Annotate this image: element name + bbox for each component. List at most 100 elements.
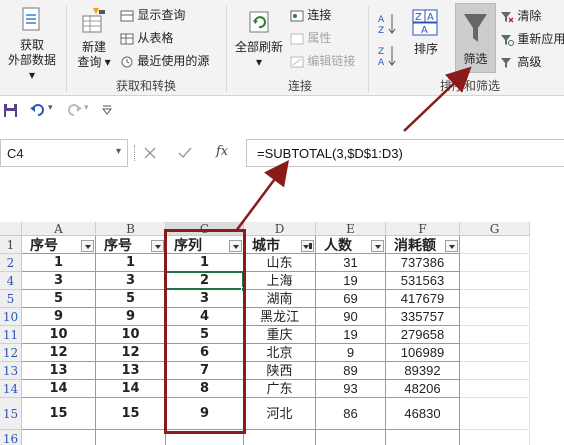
empty-cell[interactable]	[460, 308, 530, 326]
table-cell[interactable]: 5	[96, 290, 166, 308]
table-cell[interactable]	[386, 430, 460, 445]
filter-button[interactable]: 筛选	[455, 3, 496, 73]
table-cell[interactable]: 48206	[386, 380, 460, 398]
table-cell[interactable]: 13	[96, 362, 166, 380]
column-header-d[interactable]: D	[244, 222, 316, 236]
table-cell[interactable]: 北京	[244, 344, 316, 362]
table-cell[interactable]: 上海	[244, 272, 316, 290]
table-header-cell[interactable]: 消耗额	[386, 236, 460, 254]
insert-function-button[interactable]: fx	[216, 144, 228, 159]
empty-cell[interactable]	[460, 344, 530, 362]
table-header-cell[interactable]: 城市	[244, 236, 316, 254]
column-header-a[interactable]: A	[22, 222, 96, 236]
table-cell[interactable]: 河北	[244, 398, 316, 430]
advanced-filter-button[interactable]: 高级	[500, 54, 541, 70]
table-cell[interactable]: 15	[96, 398, 166, 430]
empty-cell[interactable]	[460, 326, 530, 344]
table-cell[interactable]: 69	[316, 290, 386, 308]
cancel-icon[interactable]	[144, 147, 156, 159]
filter-dropdown-icon[interactable]	[229, 240, 242, 252]
sort-button[interactable]: Z A A 排序	[406, 8, 446, 57]
empty-cell[interactable]	[460, 236, 530, 254]
filter-dropdown-icon[interactable]	[371, 240, 384, 252]
table-cell[interactable]: 重庆	[244, 326, 316, 344]
undo-icon[interactable]	[30, 103, 46, 117]
formula-input[interactable]: =SUBTOTAL(3,$D$1:D3)	[246, 139, 564, 167]
row-header[interactable]: 10	[0, 308, 22, 326]
select-all-corner[interactable]	[0, 222, 22, 236]
table-cell[interactable]	[316, 430, 386, 445]
table-cell[interactable]: 531563	[386, 272, 460, 290]
column-header-b[interactable]: B	[96, 222, 166, 236]
row-header[interactable]: 16	[0, 430, 22, 445]
table-cell[interactable]: 106989	[386, 344, 460, 362]
from-table-button[interactable]: 从表格	[120, 30, 173, 46]
column-header-c[interactable]: C	[166, 222, 244, 236]
filter-dropdown-icon[interactable]	[445, 240, 458, 252]
table-cell[interactable]: 4	[166, 308, 244, 326]
column-header-f[interactable]: F	[386, 222, 460, 236]
table-cell[interactable]: 1	[22, 254, 96, 272]
row-header[interactable]: 5	[0, 290, 22, 308]
table-cell[interactable]: 12	[96, 344, 166, 362]
table-cell[interactable]: 31	[316, 254, 386, 272]
redo-dropdown-arrow[interactable]: ▾	[84, 102, 89, 113]
properties-button[interactable]: 属性	[290, 30, 331, 46]
customize-qat-icon[interactable]	[102, 105, 112, 115]
table-cell[interactable]: 10	[96, 326, 166, 344]
row-header[interactable]: 15	[0, 398, 22, 430]
column-header-e[interactable]: E	[316, 222, 386, 236]
table-header-cell[interactable]: 序列	[166, 236, 244, 254]
table-cell[interactable]: 89392	[386, 362, 460, 380]
filter-dropdown-icon[interactable]	[151, 240, 164, 252]
redo-icon[interactable]	[66, 103, 82, 117]
table-cell[interactable]: 7	[166, 362, 244, 380]
table-cell[interactable]: 417679	[386, 290, 460, 308]
sort-az-icon[interactable]: AZ	[378, 12, 398, 36]
connections-button[interactable]: 连接	[290, 7, 331, 23]
table-cell[interactable]	[96, 430, 166, 445]
table-cell[interactable]: 46830	[386, 398, 460, 430]
table-cell[interactable]: 13	[22, 362, 96, 380]
new-query-button[interactable]: 新建 查询 ▾	[72, 6, 116, 70]
table-cell[interactable]: 19	[316, 272, 386, 290]
table-cell[interactable]: 3	[96, 272, 166, 290]
table-cell[interactable]: 14	[96, 380, 166, 398]
filter-dropdown-icon[interactable]	[81, 240, 94, 252]
table-cell[interactable]: 335757	[386, 308, 460, 326]
enter-check-icon[interactable]	[178, 147, 192, 159]
table-cell[interactable]: 9	[316, 344, 386, 362]
clear-filter-button[interactable]: 清除	[500, 8, 541, 24]
table-cell[interactable]: 14	[22, 380, 96, 398]
refresh-all-button[interactable]: 全部刷新 ▾	[232, 6, 286, 70]
table-cell[interactable]: 15	[22, 398, 96, 430]
table-cell[interactable]: 8	[166, 380, 244, 398]
table-cell[interactable]: 90	[316, 308, 386, 326]
table-cell[interactable]: 9	[166, 398, 244, 430]
table-cell[interactable]: 3	[166, 290, 244, 308]
table-cell[interactable]: 89	[316, 362, 386, 380]
column-header-g[interactable]: G	[460, 222, 530, 236]
table-cell[interactable]	[244, 430, 316, 445]
table-cell[interactable]: 737386	[386, 254, 460, 272]
table-cell[interactable]: 5	[166, 326, 244, 344]
table-cell[interactable]	[22, 430, 96, 445]
table-cell[interactable]: 3	[22, 272, 96, 290]
fill-handle[interactable]	[241, 287, 246, 292]
table-cell[interactable]: 山东	[244, 254, 316, 272]
show-queries-button[interactable]: 显示查询	[120, 7, 185, 23]
table-cell[interactable]	[166, 430, 244, 445]
table-cell[interactable]: 86	[316, 398, 386, 430]
table-cell[interactable]: 19	[316, 326, 386, 344]
table-header-cell[interactable]: 序号	[22, 236, 96, 254]
table-cell[interactable]: 黑龙江	[244, 308, 316, 326]
name-box-dropdown-icon[interactable]: ▾	[116, 146, 121, 157]
row-header[interactable]: 2	[0, 254, 22, 272]
table-cell[interactable]: 9	[22, 308, 96, 326]
table-cell[interactable]: 12	[22, 344, 96, 362]
row-header[interactable]: 1	[0, 236, 22, 254]
edit-links-button[interactable]: 编辑链接	[290, 53, 355, 69]
table-header-cell[interactable]: 序号	[96, 236, 166, 254]
filter-applied-dropdown-icon[interactable]	[301, 240, 314, 252]
empty-cell[interactable]	[460, 430, 530, 445]
